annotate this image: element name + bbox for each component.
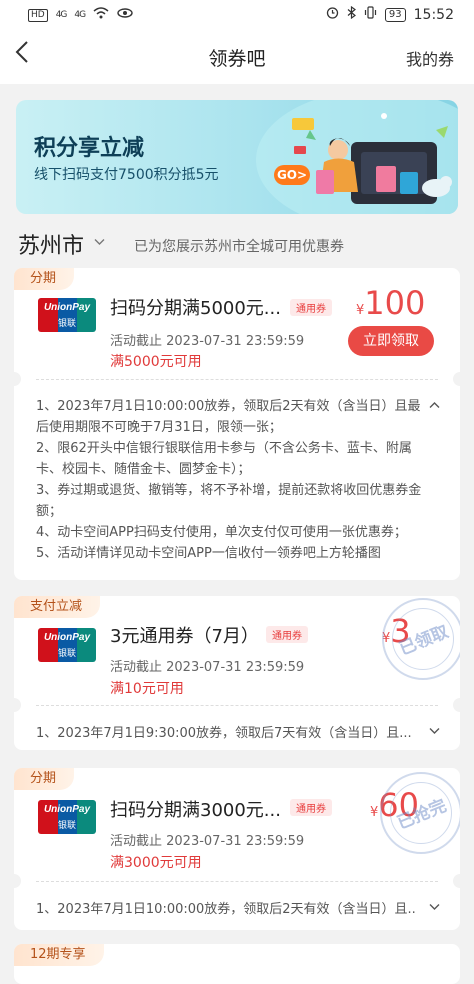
coupon-deadline: 活动截止 2023-07-31 23:59:59 — [110, 334, 305, 349]
rule-item: 4、动卡空间APP扫码支付使用，单次支付仅可使用一张优惠券； — [36, 525, 407, 540]
page-title: 领券吧 — [208, 48, 266, 70]
coupon-card: 支付立减 UnionPay 银联 3元通用券（7月） 通用券 ¥3 已领取 活动… — [14, 596, 460, 750]
coupon-rules: 1、2023年7月1日10:00:00放券，领取后2天有效（含当日）且最后使用期… — [36, 396, 426, 564]
rule-item: 1、2023年7月1日10:00:00放券，领取后2天有效（含当日）且最后使用期… — [36, 399, 421, 435]
coupon-badge: 通用券 — [290, 799, 332, 816]
coupon-rule-summary: 1、2023年7月1日9:30:00放券，领取后7天有效（含当日）且... — [36, 726, 412, 741]
clock: 15:52 — [413, 6, 454, 23]
my-coupons-link[interactable]: 我的券 — [406, 46, 454, 70]
promo-banner[interactable]: 积分享立减 线下扫码支付7500积分抵5元 GO> — [16, 100, 458, 214]
coupon-card: 12期专享 — [14, 944, 460, 984]
coupon-min-spend: 满10元可用 — [110, 681, 184, 697]
coupon-title: 扫码分期满3000元... — [110, 800, 281, 821]
banner-go-button[interactable]: GO> — [274, 165, 310, 185]
expand-toggle[interactable] — [429, 724, 440, 738]
coupon-card: 分期 UnionPay 银联 扫码分期满3000元... 通用券 ¥60 已抢完… — [14, 768, 460, 930]
unionpay-logo: UnionPay 银联 — [38, 628, 96, 662]
coupon-tag: 12期专享 — [14, 944, 104, 966]
coupon-title: 3元通用券（7月） — [110, 626, 259, 647]
banner-title: 积分享立减 — [34, 136, 145, 161]
chevron-down-icon — [429, 904, 440, 910]
rule-item: 5、活动详情详见动卡空间APP一信收付一领券吧上方轮播图 — [36, 546, 381, 561]
coupon-rule-summary: 1、2023年7月1日10:00:00放券，领取后2天有效（含当日）且... — [36, 902, 416, 917]
rule-item: 2、限62开头中信银行银联信用卡参与（不含公务卡、蓝卡、附属卡、校园卡、随借金卡… — [36, 441, 412, 477]
wifi-icon — [93, 7, 109, 23]
coupon-deadline: 活动截止 2023-07-31 23:59:59 — [110, 834, 305, 849]
status-bar: HD 4G 4G 93 15:52 — [0, 0, 474, 30]
claim-button[interactable]: 立即领取 — [348, 326, 434, 356]
coupon-min-spend: 满3000元可用 — [110, 855, 202, 871]
unionpay-logo: UnionPay 银联 — [38, 800, 96, 834]
battery-indicator: 93 — [384, 7, 406, 22]
signal-icon: 4G — [74, 10, 86, 20]
chevron-down-icon[interactable] — [94, 236, 105, 249]
collapse-toggle[interactable] — [429, 398, 440, 412]
claimed-stamp: 已领取 — [382, 598, 460, 680]
signal-icon: 4G — [55, 10, 68, 20]
city-tip: 已为您展示苏州市全城可用优惠券 — [134, 239, 344, 255]
rule-item: 3、券过期或退货、撤销等，将不予补增，提前还款将收回优惠券金额； — [36, 483, 422, 519]
expand-toggle[interactable] — [429, 900, 440, 914]
nav-bar: 领券吧 我的券 — [0, 30, 474, 84]
coupon-amount: ¥100 — [356, 284, 426, 322]
coupon-card: 分期 UnionPay 银联 扫码分期满5000元... 通用券 ¥100 活动… — [14, 268, 460, 580]
unionpay-logo: UnionPay 银联 — [38, 298, 96, 332]
alarm-icon — [326, 6, 339, 23]
coupon-tag: 支付立减 — [14, 596, 101, 618]
coupon-tag: 分期 — [14, 268, 75, 290]
city-selector[interactable]: 苏州市 — [18, 228, 84, 260]
coupon-title: 扫码分期满5000元... — [110, 298, 281, 319]
eye-icon — [117, 7, 133, 23]
chevron-up-icon — [429, 402, 440, 408]
coupon-min-spend: 满5000元可用 — [110, 354, 202, 370]
coupon-tag: 分期 — [14, 768, 75, 790]
hd-icon: HD — [28, 8, 48, 22]
coupon-deadline: 活动截止 2023-07-31 23:59:59 — [110, 660, 305, 675]
coupon-badge: 通用券 — [290, 299, 332, 316]
coupon-badge: 通用券 — [266, 626, 308, 643]
vibrate-icon — [364, 6, 377, 23]
sold-out-stamp: 已抢完 — [380, 772, 460, 854]
chevron-down-icon — [429, 728, 440, 734]
banner-subtitle: 线下扫码支付7500积分抵5元 — [34, 167, 219, 183]
bluetooth-icon — [347, 5, 356, 23]
